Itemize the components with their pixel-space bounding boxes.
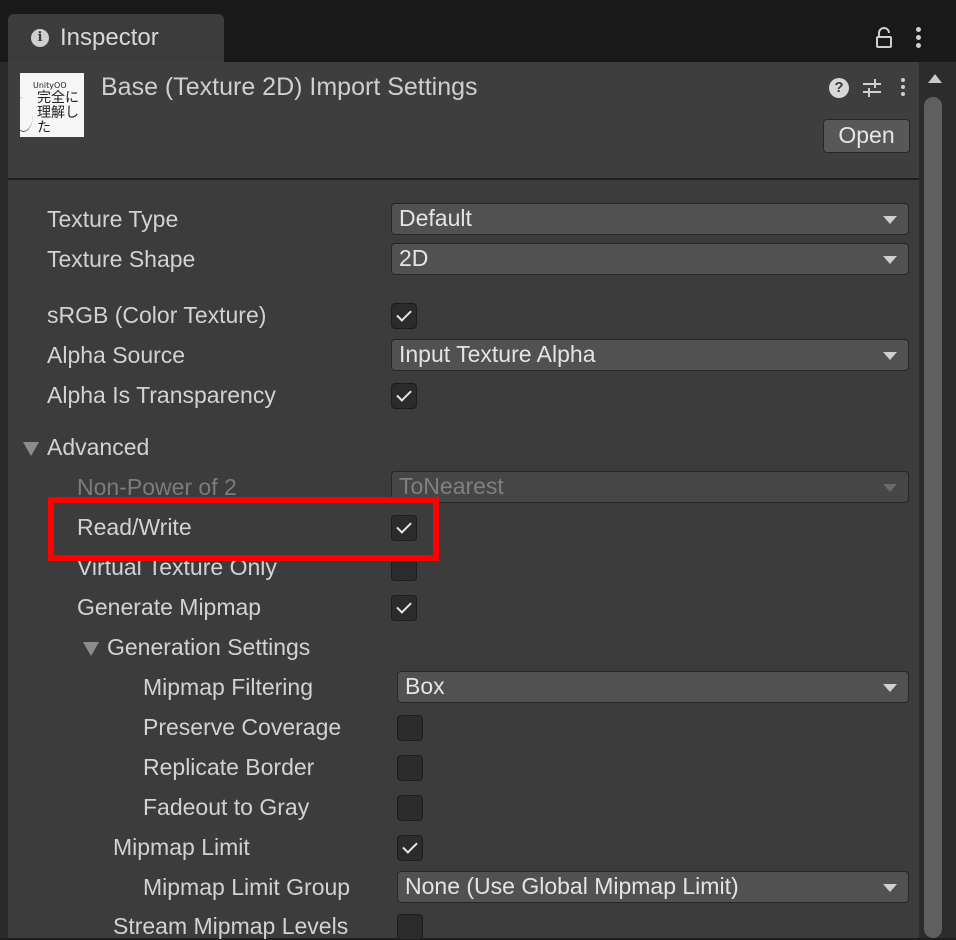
scrollbar-thumb[interactable] — [924, 97, 942, 938]
thumbnail-text-top: UnityOO — [33, 81, 67, 90]
generation-settings-foldout-label[interactable]: Generation Settings — [107, 634, 310, 661]
import-settings-title: Base (Texture 2D) Import Settings — [101, 73, 478, 101]
chevron-down-icon — [883, 884, 897, 892]
replicate-border-checkbox[interactable] — [397, 755, 423, 781]
lock-icon[interactable] — [875, 27, 893, 49]
srgb-label: sRGB (Color Texture) — [47, 302, 267, 328]
stream-mipmap-levels-checkbox[interactable] — [397, 914, 423, 940]
stream-mipmap-levels-label: Stream Mipmap Levels — [113, 913, 349, 939]
mipmap-limit-group-label: Mipmap Limit Group — [143, 874, 351, 900]
generation-settings-foldout-arrow-icon[interactable] — [83, 642, 99, 656]
texture-type-dropdown[interactable]: Default — [391, 203, 909, 235]
mipmap-limit-group-value: None (Use Global Mipmap Limit) — [405, 873, 739, 899]
chevron-down-icon — [883, 352, 897, 360]
texture-type-value: Default — [399, 205, 472, 231]
mipmap-limit-group-dropdown[interactable]: None (Use Global Mipmap Limit) — [397, 871, 909, 903]
help-icon[interactable]: ? — [829, 78, 849, 98]
texture-shape-label: Texture Shape — [47, 246, 196, 272]
alpha-is-transparency-label: Alpha Is Transparency — [47, 382, 276, 408]
generate-mipmap-label: Generate Mipmap — [77, 594, 262, 620]
read-write-highlight — [48, 497, 439, 561]
mipmap-limit-checkbox[interactable] — [397, 835, 423, 861]
alpha-source-label: Alpha Source — [47, 342, 186, 368]
mipmap-limit-label: Mipmap Limit — [113, 834, 250, 860]
fadeout-to-gray-checkbox[interactable] — [397, 795, 423, 821]
mipmap-filtering-label: Mipmap Filtering — [143, 674, 313, 700]
alpha-is-transparency-checkbox[interactable] — [391, 383, 417, 409]
preserve-coverage-checkbox[interactable] — [397, 715, 423, 741]
non-power-of-2-value: ToNearest — [399, 473, 504, 499]
alpha-source-value: Input Texture Alpha — [399, 341, 596, 367]
srgb-checkbox[interactable] — [391, 303, 417, 329]
header-menu-icon[interactable] — [899, 78, 907, 100]
tab-inspector[interactable]: i Inspector — [8, 14, 224, 62]
chevron-down-icon — [883, 484, 897, 492]
thumbnail-text-main: 完全に理解した — [37, 90, 79, 136]
presets-icon[interactable] — [861, 78, 883, 98]
preserve-coverage-label: Preserve Coverage — [143, 714, 342, 740]
non-power-of-2-dropdown: ToNearest — [391, 471, 909, 503]
info-icon: i — [31, 29, 49, 47]
chevron-down-icon — [883, 256, 897, 264]
texture-shape-value: 2D — [399, 245, 429, 271]
advanced-foldout-arrow-icon[interactable] — [23, 442, 39, 456]
header-divider — [8, 178, 919, 180]
chevron-down-icon — [883, 684, 897, 692]
generate-mipmap-checkbox[interactable] — [391, 595, 417, 621]
window-menu-icon[interactable] — [913, 27, 923, 49]
scroll-up-arrow-icon[interactable] — [928, 74, 942, 83]
mipmap-filtering-dropdown[interactable]: Box — [397, 671, 909, 703]
advanced-foldout-label[interactable]: Advanced — [47, 434, 149, 461]
fadeout-to-gray-label: Fadeout to Gray — [143, 794, 310, 820]
open-button[interactable]: Open — [823, 119, 910, 153]
mipmap-filtering-value: Box — [405, 673, 445, 699]
replicate-border-label: Replicate Border — [143, 754, 315, 780]
texture-thumbnail: UnityOO 完全に理解した — [20, 73, 84, 137]
texture-shape-dropdown[interactable]: 2D — [391, 243, 909, 275]
tab-title: Inspector — [60, 24, 159, 51]
chevron-down-icon — [883, 216, 897, 224]
left-edge — [0, 62, 8, 938]
texture-type-label: Texture Type — [47, 206, 179, 232]
alpha-source-dropdown[interactable]: Input Texture Alpha — [391, 339, 909, 371]
